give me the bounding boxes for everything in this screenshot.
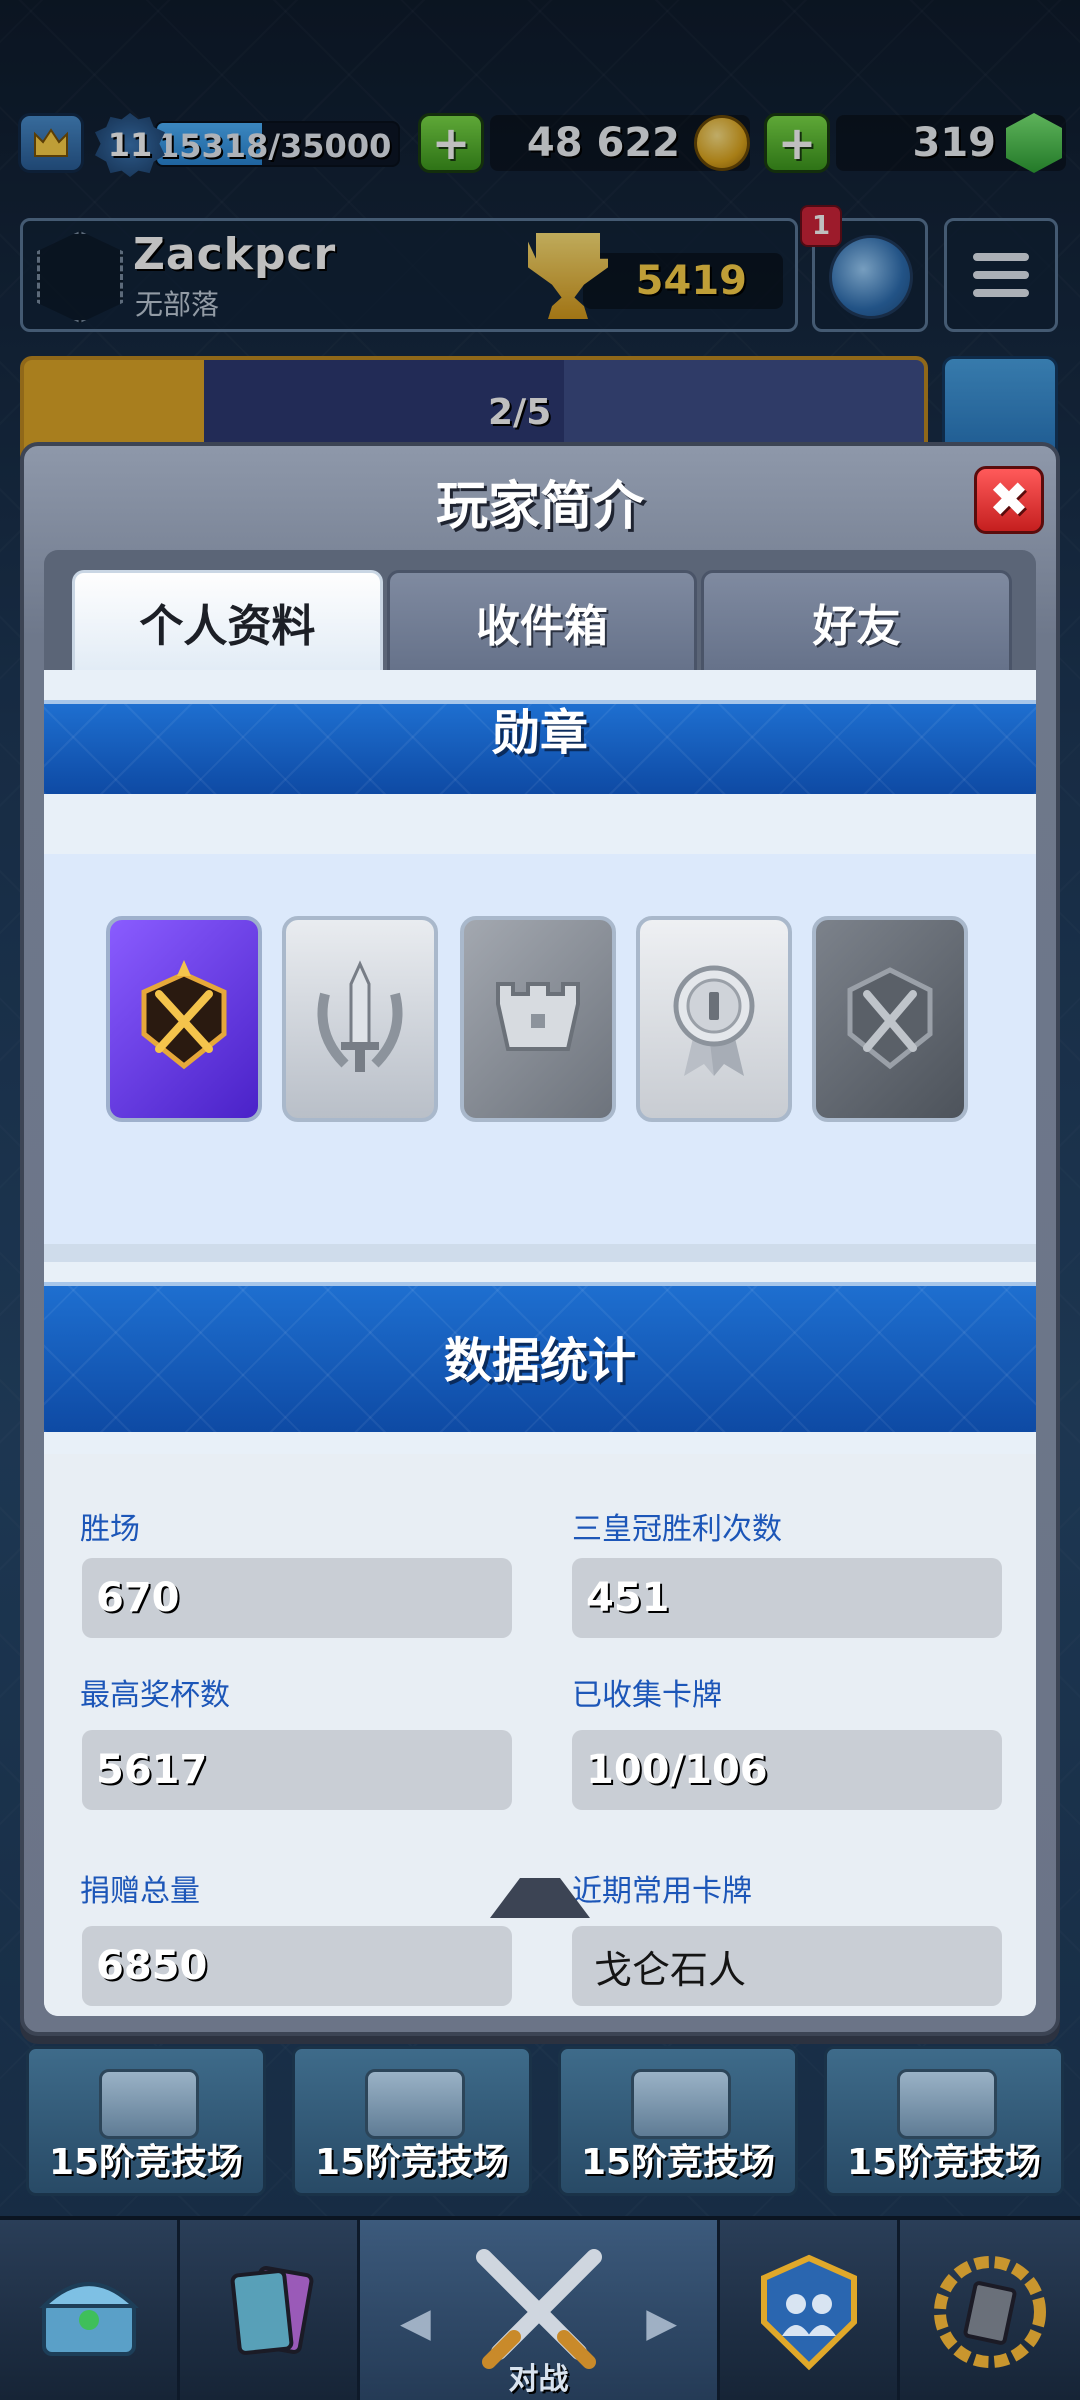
nav-social[interactable]: [720, 2220, 900, 2400]
cards-icon: [230, 2266, 313, 2355]
stat-label-highest-trophies: 最高奖杯数: [80, 1678, 230, 1713]
chest-icon: [897, 2069, 997, 2139]
chest-slot[interactable]: 15阶竞技场: [558, 2046, 798, 2196]
stat-value-highest-trophies: 5617: [82, 1730, 512, 1810]
chest-icon: [631, 2069, 731, 2139]
stat-label-wins: 胜场: [80, 1512, 140, 1547]
tab-bar: 个人资料 收件箱 好友: [72, 570, 1013, 670]
chest-arena-label: 15阶竞技场: [314, 2142, 510, 2183]
sword-laurel-icon: [317, 960, 403, 1072]
clan-shield-icon: [760, 2254, 857, 2371]
chest-slot[interactable]: 15阶竞技场: [26, 2046, 266, 2196]
chest-slot[interactable]: 15阶竞技场: [824, 2046, 1064, 2196]
profile-content[interactable]: 勋章 数据统计 胜场 670 三皇冠胜利次数 451 最高奖杯数 5617 已收…: [44, 670, 1036, 2016]
treasure-chest-icon: [38, 2282, 139, 2356]
chest-arena-label: 15阶竞技场: [48, 2142, 244, 2183]
badges-panel: [44, 854, 1036, 1244]
stat-value-wins: 670: [82, 1558, 512, 1638]
medal-icon: [673, 965, 755, 1076]
stat-label-total-donations: 捐赠总量: [80, 1874, 200, 1909]
chest-slot[interactable]: 15阶竞技场: [292, 2046, 532, 2196]
stat-value-three-crown-wins: 451: [572, 1558, 1002, 1638]
section-divider: [44, 1244, 1036, 1262]
bottom-navigation: ◀ ▶ 对战: [0, 2216, 1080, 2400]
nav-events[interactable]: [900, 2220, 1080, 2400]
chest-arena-label: 15阶竞技场: [580, 2142, 776, 2183]
chest-icon: [365, 2069, 465, 2139]
nav-battle[interactable]: ◀ ▶ 对战: [360, 2220, 720, 2400]
chest-slots: 15阶竞技场 15阶竞技场 15阶竞技场 15阶竞技场: [20, 2046, 1064, 2196]
stat-label-favorite-card: 近期常用卡牌: [572, 1874, 752, 1909]
tab-profile[interactable]: 个人资料: [72, 570, 383, 670]
badge-crown[interactable]: [460, 916, 616, 1122]
stat-label-three-crown-wins: 三皇冠胜利次数: [572, 1512, 782, 1547]
tab-friends[interactable]: 好友: [701, 570, 1013, 670]
chest-arena-label: 15阶竞技场: [846, 2142, 1042, 2183]
tab-inbox[interactable]: 收件箱: [386, 570, 698, 670]
left-arrow-icon[interactable]: ◀: [400, 2300, 431, 2346]
laurel-card-icon: [934, 2256, 1046, 2368]
nav-cards[interactable]: [180, 2220, 360, 2400]
nav-battle-label: 对战: [508, 2362, 569, 2397]
nav-shop[interactable]: [0, 2220, 180, 2400]
crossed-swords-shield-icon: [141, 960, 227, 1070]
stat-value-favorite-card: 戈仑石人: [572, 1926, 1002, 2006]
modal-title: 玩家简介: [435, 477, 644, 537]
modal-body: 个人资料 收件箱 好友 勋章 数据统计 胜场 670 三皇冠胜利次数 451 最…: [44, 550, 1036, 2016]
badge-sword-laurel[interactable]: [282, 916, 438, 1122]
crossed-swords-shield-icon: [847, 967, 933, 1070]
badge-medal[interactable]: [636, 916, 792, 1122]
stat-value-cards-found: 100/106: [572, 1730, 1002, 1810]
stats-panel: 胜场 670 三皇冠胜利次数 451 最高奖杯数 5617 已收集卡牌 100/…: [44, 1454, 1036, 2016]
chest-icon: [99, 2069, 199, 2139]
stats-header: 数据统计: [44, 1282, 1036, 1432]
player-profile-modal: 玩家简介 ✖ 个人资料 收件箱 好友 勋章 数据统计 胜场 670 三皇冠胜利次…: [20, 442, 1060, 2036]
stat-label-cards-found: 已收集卡牌: [572, 1678, 722, 1713]
badge-purple-swords[interactable]: [106, 916, 262, 1122]
badge-grey-swords[interactable]: [812, 916, 968, 1122]
close-button[interactable]: ✖: [974, 466, 1044, 534]
right-arrow-icon[interactable]: ▶: [646, 2300, 677, 2346]
badges-header: 勋章: [44, 700, 1036, 794]
stat-value-total-donations: 6850: [82, 1926, 512, 2006]
tower-crown-icon: [496, 982, 580, 1051]
